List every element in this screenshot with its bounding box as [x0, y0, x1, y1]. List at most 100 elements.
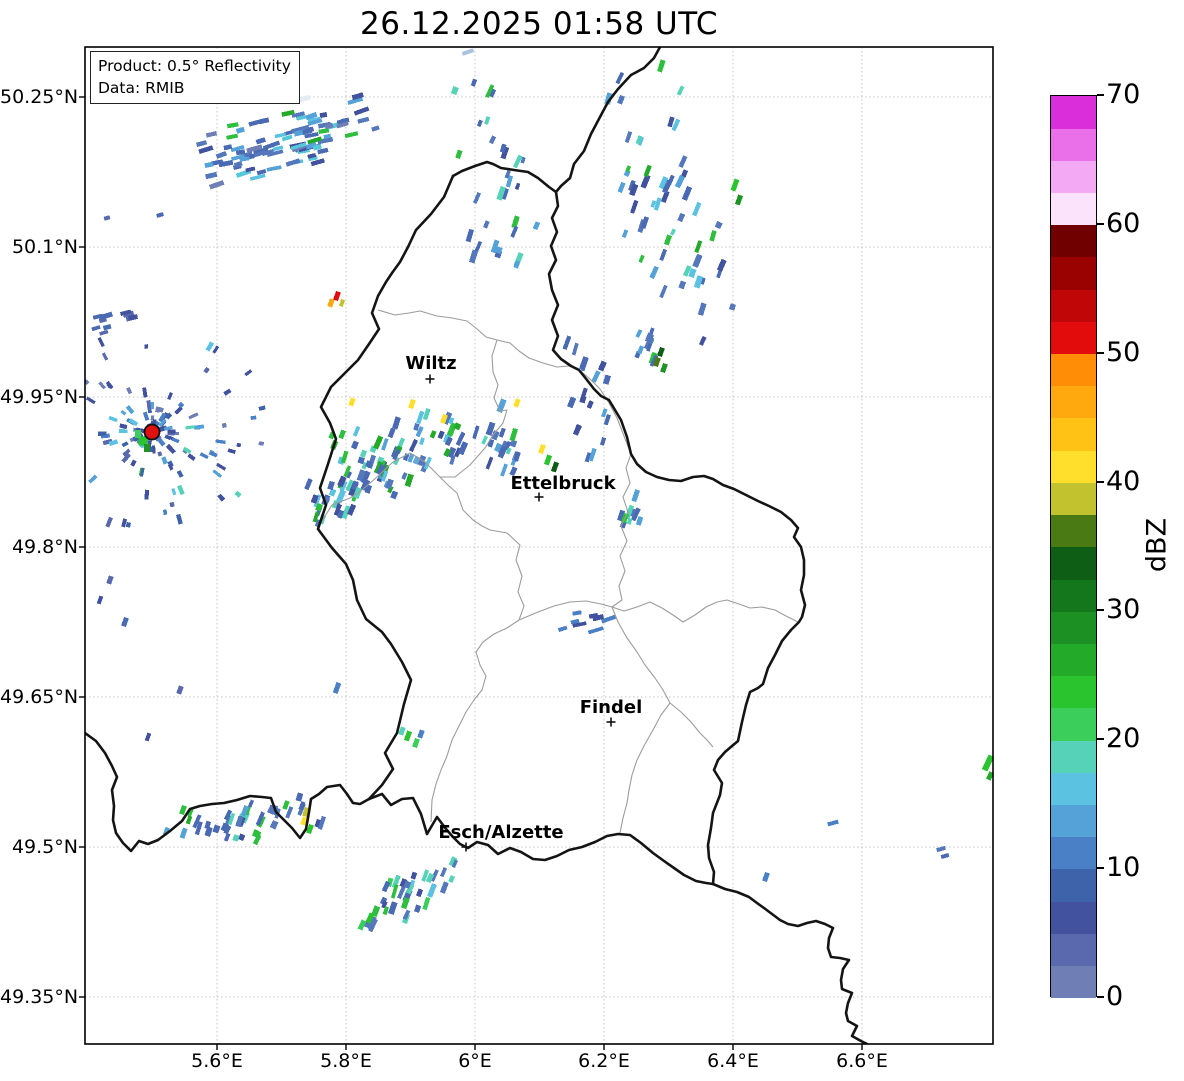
echo-cell — [217, 493, 226, 502]
echo-cell — [371, 125, 380, 132]
echo-cell — [692, 201, 702, 217]
echo-cell — [372, 435, 384, 450]
colorbar-segment — [1051, 127, 1096, 161]
echo-cell — [333, 290, 341, 302]
echo-cell — [108, 415, 118, 423]
colorbar-tick-mark — [1097, 996, 1104, 998]
echo-cell — [269, 820, 279, 830]
colorbar-tick-mark — [1097, 351, 1104, 354]
echo-cell — [422, 896, 431, 911]
echo-cell — [359, 449, 368, 458]
radar-site-marker — [143, 423, 161, 441]
echo-cell — [223, 144, 233, 151]
colorbar-tick-label: 0 — [1106, 981, 1124, 1012]
national-border — [554, 47, 662, 194]
colorbar-segment — [1051, 546, 1096, 580]
echo-cell — [198, 145, 214, 154]
colorbar-tick-label: 50 — [1106, 336, 1141, 368]
echo-cell — [156, 212, 164, 218]
colorbar-segment — [1051, 482, 1096, 516]
echo-cell — [327, 480, 335, 491]
echo-cell — [102, 324, 112, 331]
echo-cell — [498, 427, 506, 438]
echo-cell — [762, 871, 770, 883]
echo-cell — [43, 429, 47, 432]
echo-cell — [98, 381, 106, 390]
echo-cell — [182, 446, 192, 454]
lat-tick-label: 50.1°N — [11, 236, 78, 258]
echo-cell — [643, 164, 652, 178]
echo-cell — [635, 329, 643, 338]
lat-tick-label: 49.95°N — [0, 386, 79, 408]
echo-cell — [177, 484, 185, 496]
echo-cell — [49, 480, 58, 487]
echo-cell — [344, 131, 359, 139]
map-dynamic-layers — [43, 46, 994, 1050]
echo-cell — [179, 827, 188, 839]
echo-cell — [500, 463, 508, 477]
echo-cell — [142, 387, 148, 398]
echo-cell — [649, 265, 659, 280]
echo-cell — [167, 429, 176, 434]
echo-cell — [422, 408, 431, 421]
echo-cell — [599, 436, 607, 446]
echo-cell — [381, 438, 389, 451]
echo-cell — [476, 119, 483, 128]
echo-cell — [256, 169, 267, 176]
echo-cell — [357, 116, 370, 124]
echo-cell — [96, 595, 104, 605]
echo-cell — [238, 833, 246, 842]
echo-cell — [59, 365, 68, 374]
echo-cell — [567, 396, 577, 409]
echo-cell — [677, 212, 686, 223]
echo-cell — [118, 429, 128, 434]
echo-cell — [483, 220, 490, 229]
colorbar-tick-mark — [1097, 738, 1104, 741]
lon-tick-label: 6.4°E — [707, 1050, 759, 1072]
echo-cell — [144, 732, 152, 742]
echo-cell — [144, 444, 150, 452]
echo-cell — [437, 430, 445, 440]
echo-cell — [204, 161, 214, 169]
echo-cell — [635, 516, 644, 526]
colorbar-tick-label: 40 — [1106, 465, 1141, 497]
echo-cell — [282, 800, 290, 810]
lon-tick-label: 6°E — [458, 1050, 492, 1072]
echo-cell — [157, 451, 163, 457]
echo-cell — [193, 424, 205, 430]
echo-cell — [135, 430, 141, 438]
echo-cell — [468, 249, 479, 264]
product-line: Product: 0.5° Reflectivity — [98, 57, 291, 75]
echo-cell — [484, 116, 491, 125]
echo-cell — [121, 616, 129, 628]
echo-cell — [126, 387, 133, 395]
city-label-ettelbruck: Ettelbruck — [510, 473, 616, 494]
echo-cell — [681, 185, 693, 201]
echo-cell — [58, 482, 64, 488]
echo-cell — [258, 441, 265, 446]
echo-cell — [106, 575, 114, 585]
echo-cell — [203, 366, 210, 374]
echo-cell — [216, 462, 227, 471]
colorbar-segment — [1051, 611, 1096, 644]
echo-cell — [255, 137, 266, 145]
echo-cell — [410, 871, 418, 880]
echo-cell — [353, 106, 370, 116]
echo-cell — [698, 335, 707, 346]
echo-cell — [103, 215, 111, 221]
city-markers — [425, 374, 616, 852]
lat-tick-label: 49.35°N — [0, 986, 79, 1008]
radar-map: Wiltz Ettelbruck Findel Esch/Alzette — [43, 46, 994, 1050]
canton-borders — [317, 309, 799, 834]
echo-cell — [162, 509, 168, 516]
echo-cell — [714, 220, 723, 230]
colorbar-segment — [1051, 160, 1096, 193]
echo-cell — [448, 874, 456, 883]
colorbar-segment — [1051, 514, 1096, 548]
colorbar-segment — [1051, 95, 1096, 129]
echo-cell — [532, 221, 541, 231]
echo-cell — [97, 431, 107, 436]
echo-cell — [259, 117, 270, 125]
echo-cell — [221, 422, 227, 428]
lon-tick-label: 5.8°E — [320, 1050, 372, 1072]
